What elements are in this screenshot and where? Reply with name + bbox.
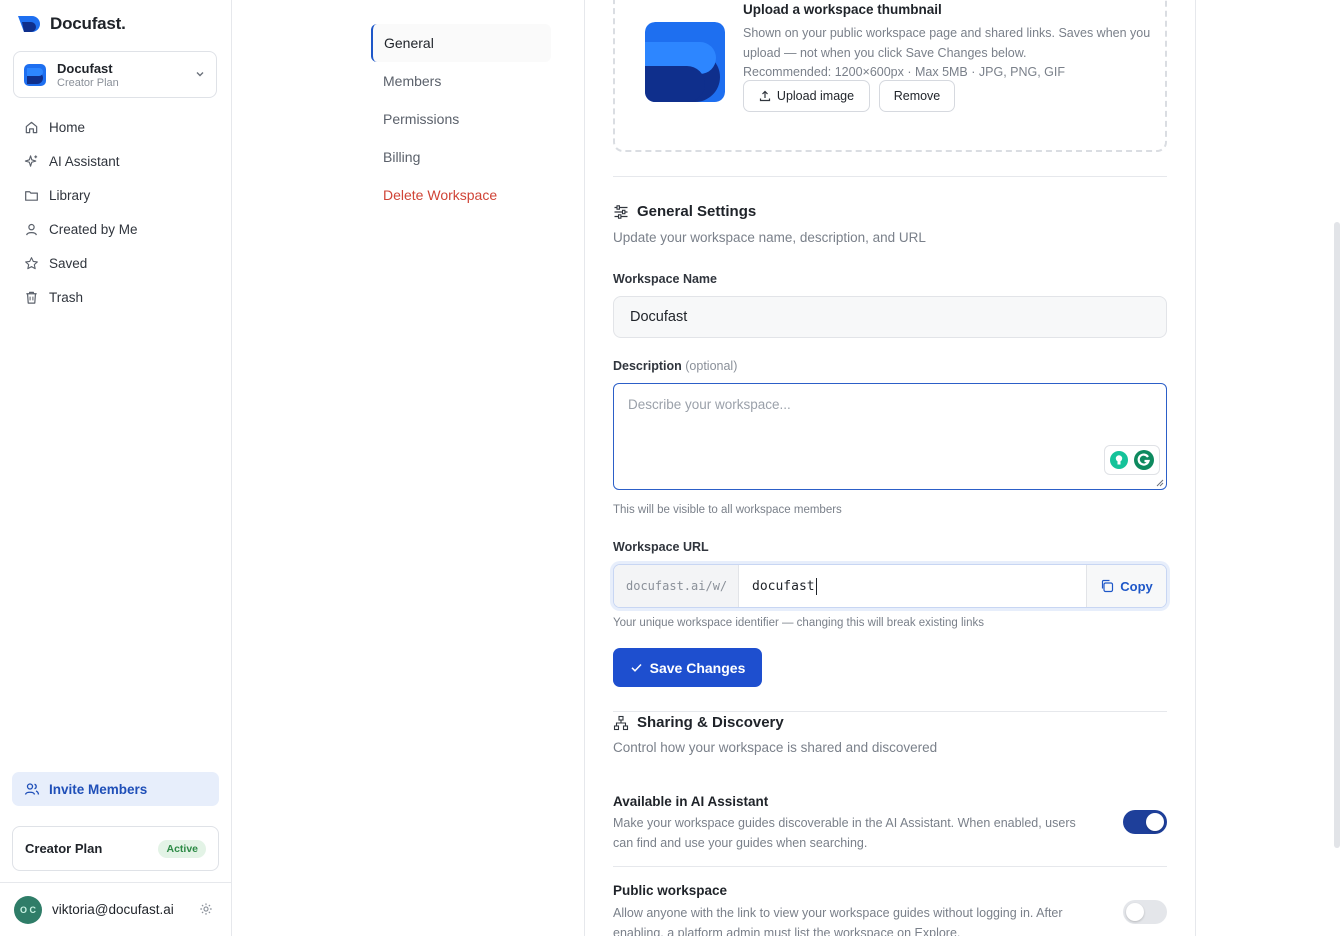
star-icon — [25, 256, 38, 269]
optional-tag: (optional) — [685, 359, 738, 373]
sidebar-item-label: Library — [49, 187, 91, 203]
sidebar-item-library[interactable]: Library — [14, 178, 218, 212]
sidebar-item-label: Created by Me — [49, 221, 138, 237]
workspace-name: Docufast — [57, 60, 113, 76]
toggle-knob — [1146, 813, 1164, 831]
ai-assistant-toggle-title: Available in AI Assistant — [613, 794, 769, 809]
trash-icon — [26, 291, 37, 304]
page-scrollbar[interactable] — [1334, 222, 1340, 848]
chevron-down-icon — [196, 72, 204, 77]
url-hint: Your unique workspace identifier — chang… — [613, 617, 984, 629]
upload-image-button[interactable]: Upload image — [743, 80, 870, 112]
settings-tab-billing[interactable]: Billing — [371, 138, 551, 176]
lightbulb-icon — [1110, 451, 1128, 469]
description-placeholder: Describe your workspace... — [628, 397, 791, 412]
users-icon — [24, 783, 40, 795]
sidebar-item-label: Trash — [49, 289, 84, 305]
invite-members-label: Invite Members — [49, 781, 148, 797]
workspace-avatar — [24, 63, 46, 86]
sharing-subtitle: Control how your workspace is shared and… — [613, 740, 938, 755]
workspace-thumbnail — [645, 22, 725, 102]
settings-nav: General Members Permissions Billing Dele… — [371, 24, 551, 214]
settings-tab-general[interactable]: General — [371, 24, 551, 62]
public-workspace-toggle-title: Public workspace — [613, 883, 728, 898]
remove-image-button[interactable]: Remove — [879, 80, 955, 112]
public-workspace-toggle[interactable] — [1123, 900, 1167, 924]
thumbnail-title: Upload a workspace thumbnail — [743, 2, 942, 17]
public-workspace-toggle-desc: Allow anyone with the link to view your … — [613, 906, 1063, 936]
user-icon — [26, 223, 37, 235]
description-hint: This will be visible to all workspace me… — [613, 504, 842, 516]
gear-icon[interactable] — [199, 902, 213, 916]
thumbnail-desc-text: Shown on your public workspace page and … — [743, 26, 1151, 60]
sharing-title: Sharing & Discovery — [613, 714, 784, 731]
workspace-url-label: Workspace URL — [613, 540, 709, 554]
copy-url-button[interactable]: Copy — [1086, 565, 1166, 607]
thumbnail-specs: Recommended: 1200×600px · Max 5MB · JPG,… — [743, 65, 1066, 79]
sidebar-item-label: Saved — [49, 255, 88, 271]
divider — [613, 176, 1167, 177]
status-badge: Active — [158, 839, 206, 858]
check-icon — [631, 663, 642, 672]
grammarly-widget[interactable] — [1104, 445, 1160, 475]
thumbnail-description: Shown on your public workspace page and … — [743, 24, 1153, 83]
avatar: O C — [14, 895, 42, 924]
thumbnail-upload-area[interactable]: Upload a workspace thumbnail Shown on yo… — [613, 0, 1167, 152]
toggle-knob — [1126, 903, 1144, 921]
sidebar-item-saved[interactable]: Saved — [14, 246, 218, 280]
divider — [613, 711, 1167, 712]
sidebar-nav: Home AI Assistant Library Created by Me … — [14, 110, 218, 314]
general-settings-subtitle: Update your workspace name, description,… — [613, 230, 926, 245]
sidebar-item-label: Home — [49, 119, 86, 135]
workspace-url-field: docufast.ai/w/ docufast Copy — [613, 564, 1167, 608]
sidebar: Docufast. Docufast Creator Plan Home AI … — [0, 0, 232, 936]
sidebar-item-trash[interactable]: Trash — [14, 280, 218, 314]
settings-tab-members[interactable]: Members — [371, 62, 551, 100]
workspace-plan: Creator Plan — [57, 76, 119, 89]
workspace-url-input[interactable]: docufast — [739, 565, 1086, 607]
docufast-logo-icon — [18, 16, 40, 32]
text-caret — [815, 577, 817, 595]
sliders-icon — [614, 204, 628, 219]
workspace-switcher[interactable]: Docufast Creator Plan — [13, 51, 217, 98]
upload-icon — [759, 90, 771, 102]
sidebar-item-ai-assistant[interactable]: AI Assistant — [14, 144, 218, 178]
folder-icon — [25, 190, 38, 201]
ai-assistant-toggle-desc: Make your workspace guides discoverable … — [613, 816, 1076, 850]
url-prefix: docufast.ai/w/ — [614, 565, 739, 607]
resize-handle-icon[interactable] — [1154, 477, 1164, 487]
plan-card[interactable]: Creator Plan Active — [12, 826, 219, 871]
workspace-name-label: Workspace Name — [613, 272, 717, 286]
sidebar-item-label: AI Assistant — [49, 153, 120, 169]
copy-icon — [1102, 579, 1114, 593]
home-icon — [25, 121, 38, 133]
sidebar-item-created-by-me[interactable]: Created by Me — [14, 212, 218, 246]
sidebar-item-home[interactable]: Home — [14, 110, 218, 144]
description-textarea[interactable]: Describe your workspace... — [613, 383, 1167, 490]
general-settings-title: General Settings — [613, 203, 756, 220]
invite-members-button[interactable]: Invite Members — [12, 772, 219, 806]
brand-logo[interactable]: Docufast. — [16, 14, 126, 34]
settings-tab-permissions[interactable]: Permissions — [371, 100, 551, 138]
plan-name: Creator Plan — [25, 841, 103, 856]
network-icon — [613, 715, 629, 730]
user-profile[interactable]: O C viktoria@docufast.ai — [0, 882, 231, 936]
brand-name: Docufast. — [50, 14, 126, 33]
save-changes-button[interactable]: Save Changes — [613, 648, 762, 687]
grammarly-icon — [1134, 450, 1154, 470]
divider — [613, 866, 1167, 867]
ai-assistant-toggle[interactable] — [1123, 810, 1167, 834]
settings-panel: Upload a workspace thumbnail Shown on yo… — [584, 0, 1196, 936]
user-email: viktoria@docufast.ai — [52, 902, 174, 917]
description-label: Description (optional) — [613, 359, 738, 373]
settings-tab-delete-workspace[interactable]: Delete Workspace — [371, 176, 551, 214]
sparkle-icon — [24, 154, 38, 167]
workspace-name-input[interactable]: Docufast — [613, 296, 1167, 338]
